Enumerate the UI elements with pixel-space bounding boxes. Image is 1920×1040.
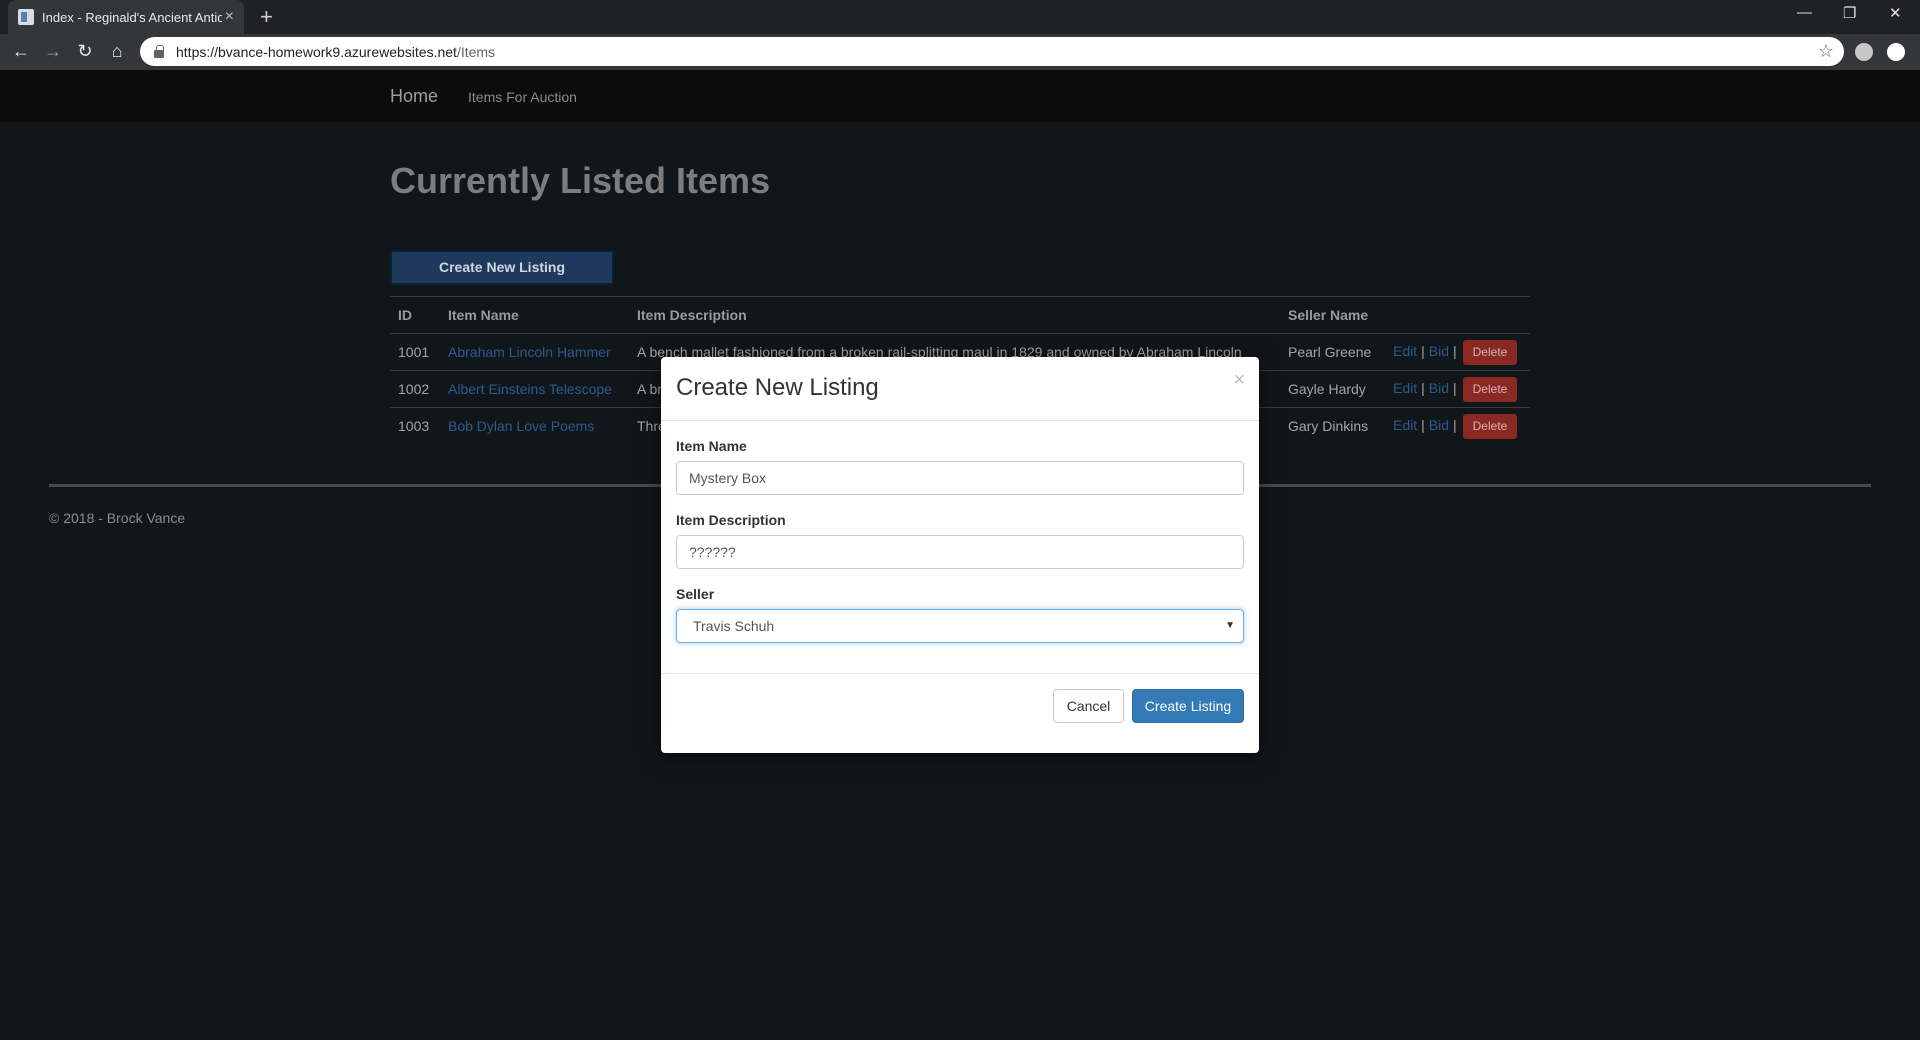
forward-icon[interactable]: →	[42, 41, 64, 62]
modal-close-icon[interactable]: ×	[1233, 369, 1245, 392]
item-description-label: Item Description	[676, 512, 786, 528]
url-path: /Items	[456, 43, 496, 60]
minimize-icon[interactable]: —	[1797, 4, 1812, 21]
delete-button[interactable]: Delete	[1462, 376, 1518, 402]
item-name-label: Item Name	[676, 438, 747, 454]
cancel-button[interactable]: Cancel	[1053, 689, 1124, 723]
bid-link[interactable]: Bid	[1429, 417, 1449, 433]
action-separator: |	[1453, 416, 1457, 433]
profile-avatar[interactable]	[1887, 43, 1905, 61]
seller-select[interactable]: Travis Schuh ▼	[676, 609, 1244, 643]
window-close-icon[interactable]: ✕	[1889, 4, 1902, 22]
create-listing-modal: Create New Listing × Item Name Item Desc…	[661, 357, 1259, 753]
item-name-link[interactable]: Abraham Lincoln Hammer	[448, 344, 611, 360]
browser-toolbar: ← → ↻ ⌂ https://bvance-homework9.azurewe…	[0, 34, 1920, 70]
modal-footer: Cancel Create Listing	[661, 673, 1259, 753]
home-icon[interactable]: ⌂	[106, 41, 128, 62]
lock-icon	[154, 44, 164, 58]
table-header-row: ID Item Name Item Description Seller Nam…	[390, 296, 1530, 334]
create-new-listing-button[interactable]: Create New Listing	[390, 250, 614, 285]
item-description-input[interactable]	[676, 535, 1244, 569]
action-separator: |	[1421, 416, 1425, 433]
tab-close-icon[interactable]: ×	[225, 8, 234, 26]
url-host: https://bvance-homework9.azurewebsites.n…	[176, 43, 457, 60]
header-item-description: Item Description	[629, 296, 1280, 334]
item-name-link[interactable]: Albert Einsteins Telescope	[448, 381, 612, 397]
address-bar[interactable]: https://bvance-homework9.azurewebsites.n…	[140, 37, 1844, 66]
edit-link[interactable]: Edit	[1393, 343, 1417, 359]
row-id: 1001	[390, 333, 440, 371]
page-favicon-icon	[18, 9, 34, 25]
delete-button[interactable]: Delete	[1462, 413, 1518, 439]
row-id: 1003	[390, 407, 440, 445]
edit-link[interactable]: Edit	[1393, 380, 1417, 396]
browser-tab-strip: Index - Reginald's Ancient Antiqu × + — …	[0, 0, 1920, 34]
row-seller: Gary Dinkins	[1280, 407, 1385, 445]
header-actions	[1385, 296, 1530, 334]
row-seller: Pearl Greene	[1280, 333, 1385, 371]
page-title: Currently Listed Items	[390, 160, 771, 201]
chevron-down-icon: ▼	[1225, 620, 1235, 631]
browser-tab[interactable]: Index - Reginald's Ancient Antiqu ×	[8, 0, 244, 34]
reload-icon[interactable]: ↻	[74, 41, 96, 62]
item-name-link[interactable]: Bob Dylan Love Poems	[448, 418, 594, 434]
action-separator: |	[1421, 379, 1425, 396]
extension-icon[interactable]	[1855, 43, 1873, 61]
tab-title: Index - Reginald's Ancient Antiqu	[42, 9, 222, 25]
bookmark-star-icon[interactable]: ☆	[1818, 41, 1834, 62]
action-separator: |	[1421, 342, 1425, 359]
bid-link[interactable]: Bid	[1429, 343, 1449, 359]
action-separator: |	[1453, 379, 1457, 396]
row-id: 1002	[390, 370, 440, 408]
url-text: https://bvance-homework9.azurewebsites.n…	[176, 44, 495, 60]
restore-icon[interactable]: ❐	[1843, 4, 1856, 22]
item-name-input[interactable]	[676, 461, 1244, 495]
site-navbar: Home Items For Auction	[0, 70, 1920, 122]
seller-selected-value: Travis Schuh	[693, 618, 775, 634]
footer-text: © 2018 - Brock Vance	[49, 510, 186, 526]
bid-link[interactable]: Bid	[1429, 380, 1449, 396]
header-id: ID	[390, 296, 440, 334]
edit-link[interactable]: Edit	[1393, 417, 1417, 433]
nav-items-for-auction-link[interactable]: Items For Auction	[468, 89, 577, 105]
row-seller: Gayle Hardy	[1280, 370, 1385, 408]
back-icon[interactable]: ←	[10, 41, 32, 62]
header-seller-name: Seller Name	[1280, 296, 1385, 334]
delete-button[interactable]: Delete	[1462, 339, 1518, 365]
nav-home-link[interactable]: Home	[390, 86, 438, 107]
modal-header: Create New Listing ×	[661, 357, 1259, 421]
modal-title: Create New Listing	[676, 374, 879, 401]
action-separator: |	[1453, 342, 1457, 359]
header-item-name: Item Name	[440, 296, 629, 334]
new-tab-button[interactable]: +	[260, 4, 273, 30]
seller-label: Seller	[676, 586, 715, 602]
create-listing-button[interactable]: Create Listing	[1132, 689, 1244, 723]
